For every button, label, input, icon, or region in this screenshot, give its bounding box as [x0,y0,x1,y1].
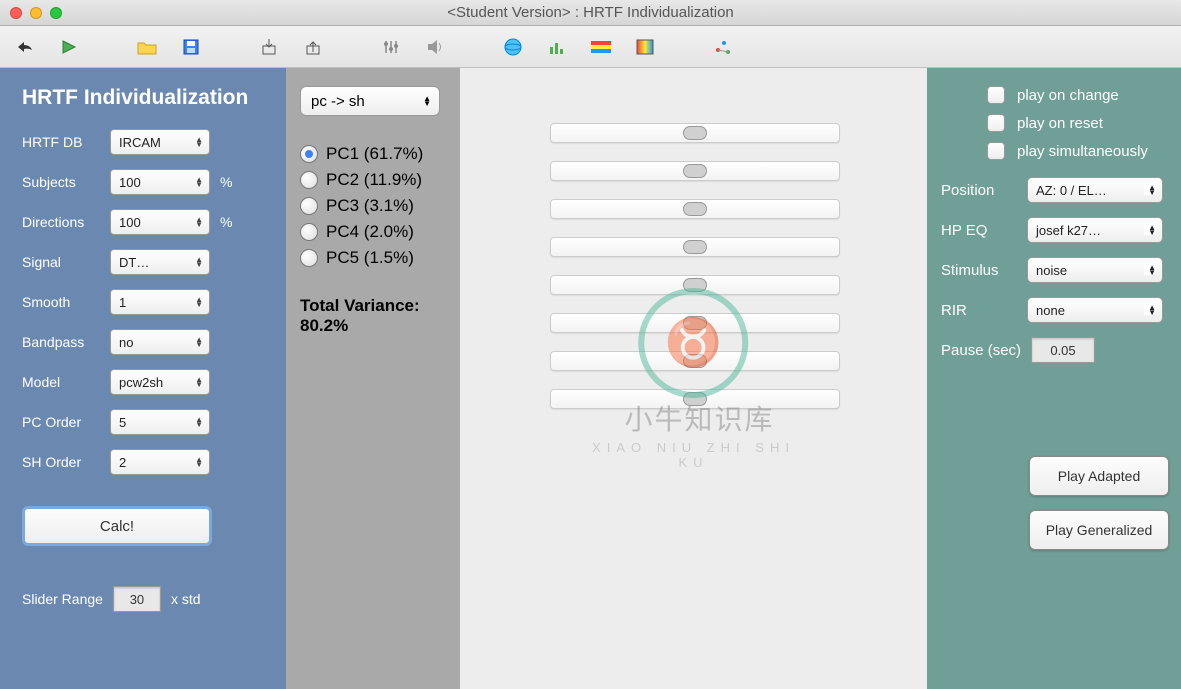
hp-eq-label: HP EQ [941,222,1027,239]
rir-select[interactable]: none▲▼ [1027,297,1163,323]
left-config-panel: HRTF Individualization HRTF DB IRCAM▲▼ S… [0,68,286,689]
sh-order-select[interactable]: 2▲▼ [110,449,210,475]
pc1-radio[interactable] [300,145,318,163]
pc-slider-6[interactable] [550,313,840,333]
play-adapted-button[interactable]: Play Adapted [1029,456,1169,496]
play-simultaneously-checkbox[interactable] [987,142,1005,160]
play-generalized-button[interactable]: Play Generalized [1029,510,1169,550]
pc5-radio[interactable] [300,249,318,267]
toolbar [0,26,1181,68]
pc-slider-1[interactable] [550,123,840,143]
import-icon[interactable] [258,36,280,58]
position-select[interactable]: AZ: 0 / EL…▲▼ [1027,177,1163,203]
smooth-select[interactable]: 1▲▼ [110,289,210,315]
position-label: Position [941,182,1027,199]
stimulus-select[interactable]: noise▲▼ [1027,257,1163,283]
hrtf-db-label: HRTF DB [22,134,110,150]
pc-slider-8[interactable] [550,389,840,409]
signal-label: Signal [22,254,110,270]
pc-slider-7[interactable] [550,351,840,371]
slider-area: ♉ 小牛知识库 XIAO NIU ZHI SHI KU [460,68,927,689]
directions-label: Directions [22,214,110,230]
equalizer-icon[interactable] [380,36,402,58]
rir-label: RIR [941,302,1027,319]
total-variance-label: Total Variance: [300,296,446,316]
hp-eq-select[interactable]: josef k27…▲▼ [1027,217,1163,243]
play-on-change-checkbox[interactable] [987,86,1005,104]
subjects-select[interactable]: 100▲▼ [110,169,210,195]
play-on-reset-checkbox[interactable] [987,114,1005,132]
pause-input[interactable]: 0.05 [1031,337,1095,363]
pc-slider-3[interactable] [550,199,840,219]
page-title: HRTF Individualization [22,86,264,110]
subjects-unit: % [220,174,232,190]
playback-panel: play on change play on reset play simult… [927,68,1181,689]
pc2-radio[interactable] [300,171,318,189]
pc-mode-select[interactable]: pc -> sh▲▼ [300,86,440,116]
save-icon[interactable] [180,36,202,58]
globe-icon[interactable] [502,36,524,58]
pc1-label: PC1 (61.7%) [326,144,423,164]
calc-button[interactable]: Calc! [22,506,212,546]
hrtf-db-select[interactable]: IRCAM▲▼ [110,129,210,155]
pc4-radio[interactable] [300,223,318,241]
slider-range-input[interactable]: 30 [113,586,161,612]
speaker-icon[interactable] [424,36,446,58]
signal-select[interactable]: DT…▲▼ [110,249,210,275]
bandpass-select[interactable]: no▲▼ [110,329,210,355]
bandpass-label: Bandpass [22,334,110,350]
open-folder-icon[interactable] [136,36,158,58]
pc-selection-panel: pc -> sh▲▼ PC1 (61.7%) PC2 (11.9%) PC3 (… [286,68,460,689]
main-layout: HRTF Individualization HRTF DB IRCAM▲▼ S… [0,68,1181,689]
model-select[interactable]: pcw2sh▲▼ [110,369,210,395]
stimulus-label: Stimulus [941,262,1027,279]
slider-range-unit: x std [171,591,201,607]
spectrum-icon[interactable] [590,36,612,58]
pc2-label: PC2 (11.9%) [326,170,422,190]
undo-icon[interactable] [14,36,36,58]
directions-unit: % [220,214,232,230]
export-icon[interactable] [302,36,324,58]
subjects-label: Subjects [22,174,110,190]
bar-chart-icon[interactable] [546,36,568,58]
play-on-change-label: play on change [1017,87,1119,104]
pc3-label: PC3 (3.1%) [326,196,414,216]
total-variance-value: 80.2% [300,316,446,336]
slider-range-label: Slider Range [22,591,103,607]
pc3-radio[interactable] [300,197,318,215]
pc-order-label: PC Order [22,414,110,430]
colormap-icon[interactable] [634,36,656,58]
pause-label: Pause (sec) [941,342,1027,359]
pc-slider-5[interactable] [550,275,840,295]
play-on-reset-label: play on reset [1017,115,1103,132]
scatter-icon[interactable] [712,36,734,58]
pc-slider-2[interactable] [550,161,840,181]
play-icon[interactable] [58,36,80,58]
directions-select[interactable]: 100▲▼ [110,209,210,235]
titlebar: <Student Version> : HRTF Individualizati… [0,0,1181,26]
pc-order-select[interactable]: 5▲▼ [110,409,210,435]
smooth-label: Smooth [22,294,110,310]
sh-order-label: SH Order [22,454,110,470]
pc4-label: PC4 (2.0%) [326,222,414,242]
play-simultaneously-label: play simultaneously [1017,143,1148,160]
pc5-label: PC5 (1.5%) [326,248,414,268]
model-label: Model [22,374,110,390]
window-title: <Student Version> : HRTF Individualizati… [0,4,1181,21]
pc-slider-4[interactable] [550,237,840,257]
